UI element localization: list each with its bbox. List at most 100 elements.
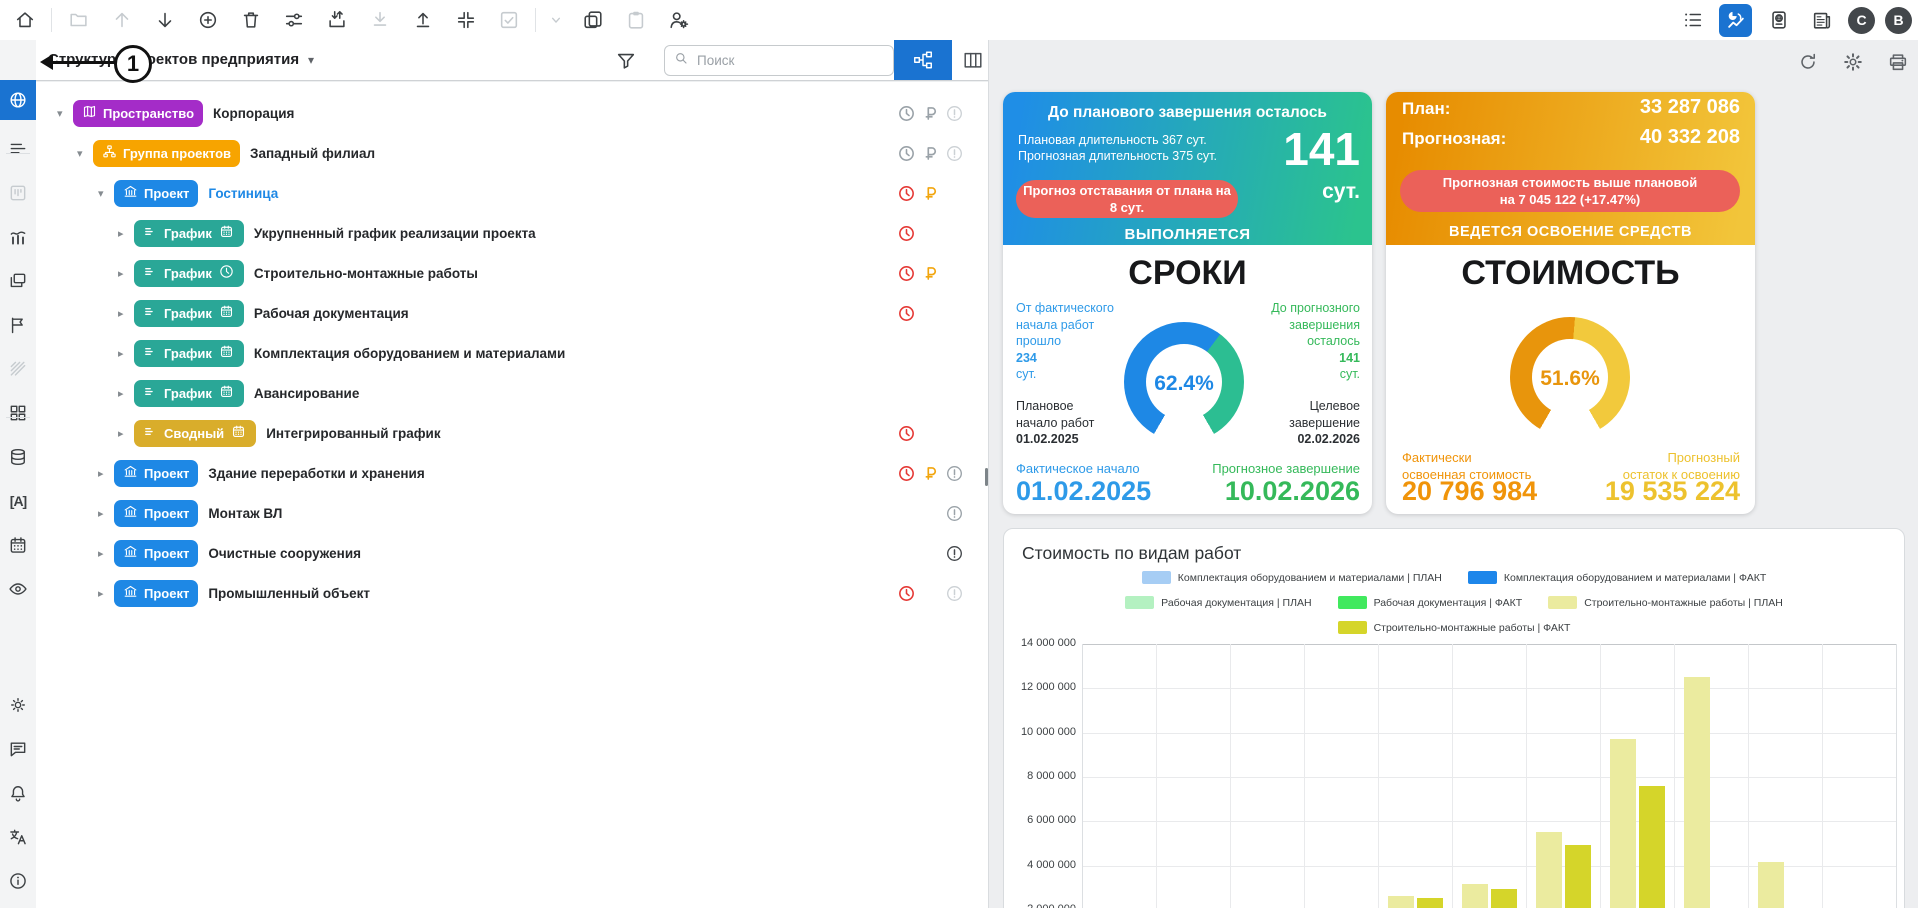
type-badge[interactable]: Сводный: [134, 419, 257, 447]
view-hierarchy-button[interactable]: [894, 40, 952, 80]
sidebar-item-eye[interactable]: [0, 571, 36, 607]
type-badge[interactable]: График: [134, 299, 244, 327]
refresh-icon[interactable]: [1794, 48, 1822, 76]
arrow-up-icon[interactable]: [105, 4, 138, 37]
node-name[interactable]: Очистные сооружения: [208, 546, 361, 561]
type-badge[interactable]: Проект: [114, 579, 199, 607]
gear-icon[interactable]: [1839, 48, 1867, 76]
tree-row[interactable]: ▸ График Рабочая документация: [118, 293, 409, 333]
type-badge[interactable]: Проект: [114, 459, 199, 487]
list-icon[interactable]: [1676, 4, 1709, 37]
sidebar-item-grid[interactable]: [0, 395, 36, 431]
node-name[interactable]: Западный филиал: [250, 146, 375, 161]
type-badge[interactable]: Проект: [114, 179, 199, 207]
sidebar-item-calendar[interactable]: [0, 527, 36, 563]
sidebar-item-database[interactable]: [0, 439, 36, 475]
sidebar-item-translate[interactable]: [0, 819, 36, 855]
caret-right-icon[interactable]: ▸: [118, 307, 134, 320]
node-name[interactable]: Комплектация оборудованием и материалами: [254, 346, 565, 361]
node-name[interactable]: Авансирование: [254, 386, 359, 401]
upload-line-icon[interactable]: [406, 4, 439, 37]
type-badge[interactable]: График: [134, 339, 244, 367]
chevron-down-icon[interactable]: [546, 4, 566, 37]
sidebar-item-bracket-a[interactable]: [A]: [0, 483, 36, 519]
type-badge[interactable]: График: [134, 219, 244, 247]
caret-right-icon[interactable]: ▸: [118, 387, 134, 400]
sidebar-item-kanban[interactable]: [0, 175, 36, 211]
filter-button[interactable]: [613, 48, 639, 74]
title-dropdown-caret[interactable]: ▾: [308, 53, 314, 67]
node-name[interactable]: Интегрированный график: [266, 426, 440, 441]
tree-row[interactable]: ▾ Группа проектов Западный филиал: [77, 133, 375, 173]
user-gear-icon[interactable]: [662, 4, 695, 37]
view-table-button[interactable]: [958, 43, 988, 77]
sidebar-item-hatch[interactable]: [0, 351, 36, 387]
caret-down-icon[interactable]: ▾: [77, 147, 93, 160]
tree-row[interactable]: ▸ График Укрупненный график реализации про…: [118, 213, 536, 253]
sliders-icon[interactable]: [277, 4, 310, 37]
printer-icon[interactable]: [1884, 48, 1912, 76]
sidebar-item-wbs-lines[interactable]: [0, 131, 36, 167]
caret-right-icon[interactable]: ▸: [98, 547, 114, 560]
tree-row[interactable]: ▸ График Строительно-монтажные работы: [118, 253, 478, 293]
passport-icon[interactable]: [1762, 4, 1795, 37]
sidebar-item-flag[interactable]: [0, 307, 36, 343]
tree-row[interactable]: ▸ Проект Здание переработки и хранения: [98, 453, 425, 493]
sidebar-item-info[interactable]: [0, 863, 36, 899]
tree-row[interactable]: ▸ Проект Промышленный объект: [98, 573, 370, 613]
tree-row[interactable]: ▸ Проект Монтаж ВЛ: [98, 493, 282, 533]
tree-row[interactable]: ▸ График Авансирование: [118, 373, 359, 413]
caret-down-icon[interactable]: ▾: [98, 187, 114, 200]
tree-row[interactable]: ▸ Сводный Интегрированный график: [118, 413, 441, 453]
copy-icon[interactable]: [576, 4, 609, 37]
type-badge[interactable]: Пространство: [73, 99, 204, 127]
type-badge[interactable]: Группа проектов: [93, 139, 241, 167]
caret-right-icon[interactable]: ▸: [98, 587, 114, 600]
folder-open-icon[interactable]: [62, 4, 95, 37]
checkbox-icon[interactable]: [492, 4, 525, 37]
tree-row[interactable]: ▸ Проект Очистные сооружения: [98, 533, 361, 573]
node-name[interactable]: Строительно-монтажные работы: [254, 266, 478, 281]
plus-circle-icon[interactable]: [191, 4, 224, 37]
arrow-down-icon[interactable]: [148, 4, 181, 37]
node-name[interactable]: Рабочая документация: [254, 306, 409, 321]
sidebar-item-histogram[interactable]: [0, 219, 36, 255]
tree-row[interactable]: ▸ График Комплектация оборудованием и мате…: [118, 333, 565, 373]
search-input[interactable]: [695, 52, 869, 69]
sidebar-item-sun[interactable]: [0, 687, 36, 723]
sidebar-item-globe[interactable]: [0, 80, 36, 120]
caret-right-icon[interactable]: ▸: [118, 427, 134, 440]
type-badge[interactable]: Проект: [114, 499, 199, 527]
caret-right-icon[interactable]: ▸: [98, 507, 114, 520]
dashboard-chart-icon[interactable]: [1719, 3, 1752, 37]
splitter-grip[interactable]: [985, 468, 988, 486]
node-name[interactable]: Укрупненный график реализации проекта: [254, 226, 536, 241]
avatar-b[interactable]: B: [1885, 6, 1912, 34]
caret-right-icon[interactable]: ▸: [118, 347, 134, 360]
node-name[interactable]: Монтаж ВЛ: [208, 506, 282, 521]
sidebar-item-bell[interactable]: [0, 775, 36, 811]
home-icon[interactable]: [8, 4, 41, 37]
type-badge[interactable]: График: [134, 379, 244, 407]
type-badge[interactable]: График: [134, 259, 244, 287]
download-line-icon[interactable]: [363, 4, 396, 37]
avatar-c[interactable]: C: [1848, 6, 1875, 34]
type-badge[interactable]: Проект: [114, 539, 199, 567]
caret-down-icon[interactable]: ▾: [57, 107, 73, 120]
paste-icon[interactable]: [619, 4, 652, 37]
tree-row[interactable]: ▾ Проект Гостиница: [98, 173, 278, 213]
sidebar-item-windows[interactable]: [0, 263, 36, 299]
sidebar-item-chat[interactable]: [0, 731, 36, 767]
news-icon[interactable]: [1805, 4, 1838, 37]
box-transfer-icon[interactable]: [320, 4, 353, 37]
node-name[interactable]: Промышленный объект: [208, 586, 370, 601]
caret-right-icon[interactable]: ▸: [118, 267, 134, 280]
node-name[interactable]: Здание переработки и хранения: [208, 466, 424, 481]
node-name[interactable]: Корпорация: [213, 106, 294, 121]
caret-right-icon[interactable]: ▸: [98, 467, 114, 480]
collapse-arrows-icon[interactable]: [449, 4, 482, 37]
trash-icon[interactable]: [234, 4, 267, 37]
tree-row[interactable]: ▾ Пространство Корпорация: [57, 93, 294, 133]
node-name[interactable]: Гостиница: [208, 186, 278, 201]
caret-right-icon[interactable]: ▸: [118, 227, 134, 240]
